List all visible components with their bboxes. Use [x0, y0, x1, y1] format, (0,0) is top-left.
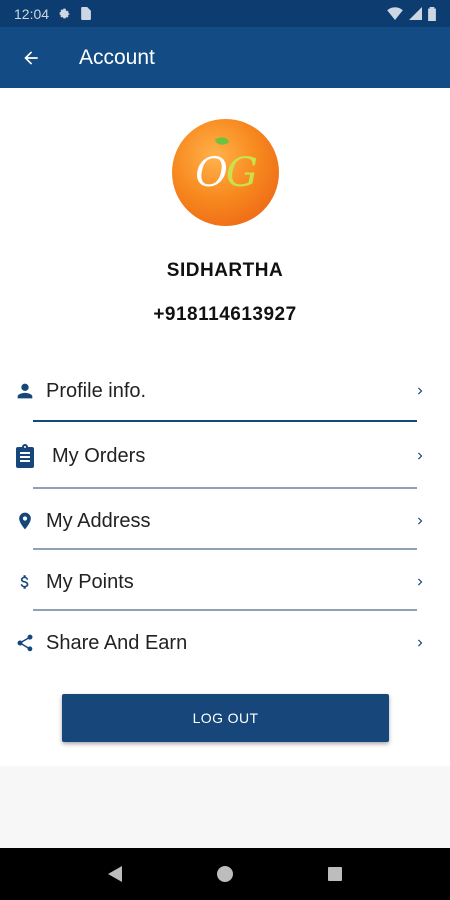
nav-back-button[interactable] — [95, 854, 135, 894]
clipboard-icon — [0, 431, 46, 481]
menu-item-profile-info[interactable]: Profile info. — [0, 366, 450, 416]
chevron-right-icon — [408, 444, 432, 468]
menu-label: Share And Earn — [46, 631, 188, 654]
app-logo: OG — [172, 119, 279, 226]
status-time: 12:04 — [14, 5, 50, 22]
share-icon — [0, 618, 46, 668]
arrow-back-icon — [24, 50, 38, 65]
nav-recents-button[interactable] — [315, 854, 355, 894]
menu-label: My Orders — [52, 444, 146, 467]
nav-home-button[interactable] — [205, 854, 245, 894]
chevron-right-icon — [408, 631, 432, 655]
location-pin-icon — [0, 496, 46, 546]
recents-square-icon — [328, 867, 342, 881]
menu-label: My Points — [46, 570, 134, 593]
menu-item-my-address[interactable]: My Address — [0, 496, 450, 546]
menu-item-my-points[interactable]: My Points — [0, 557, 450, 607]
divider — [33, 548, 417, 550]
logo-text: OG — [195, 149, 258, 196]
divider — [33, 609, 417, 611]
logout-button[interactable]: LOG OUT — [62, 694, 389, 742]
page-title: Account — [79, 45, 155, 69]
back-triangle-icon — [108, 866, 122, 882]
user-phone: +918114613927 — [153, 304, 297, 325]
user-name: SIDHARTHA — [166, 260, 284, 281]
chevron-right-icon — [408, 509, 432, 533]
divider — [33, 487, 417, 489]
menu-label: Profile info. — [46, 379, 147, 402]
home-circle-icon — [217, 866, 233, 882]
chevron-right-icon — [408, 379, 432, 403]
divider — [33, 420, 417, 422]
system-nav-bar — [0, 848, 450, 900]
leaf-icon — [214, 135, 230, 147]
status-bar: 12:04 — [0, 0, 450, 27]
signal-icon — [409, 7, 422, 20]
menu-item-my-orders[interactable]: My Orders — [0, 431, 450, 481]
menu-label: My Address — [46, 509, 151, 532]
back-button[interactable] — [0, 27, 62, 88]
person-icon — [0, 366, 46, 416]
sim-icon — [81, 7, 91, 20]
settings-icon — [59, 8, 70, 19]
dollar-icon — [0, 557, 46, 607]
chevron-right-icon — [408, 570, 432, 594]
wifi-icon — [387, 7, 403, 20]
battery-icon — [428, 6, 436, 21]
app-bar: Account — [0, 27, 450, 88]
account-content: OG SIDHARTHA +918114613927 Profile info.… — [0, 88, 450, 766]
menu-item-share-and-earn[interactable]: Share And Earn — [0, 618, 450, 668]
